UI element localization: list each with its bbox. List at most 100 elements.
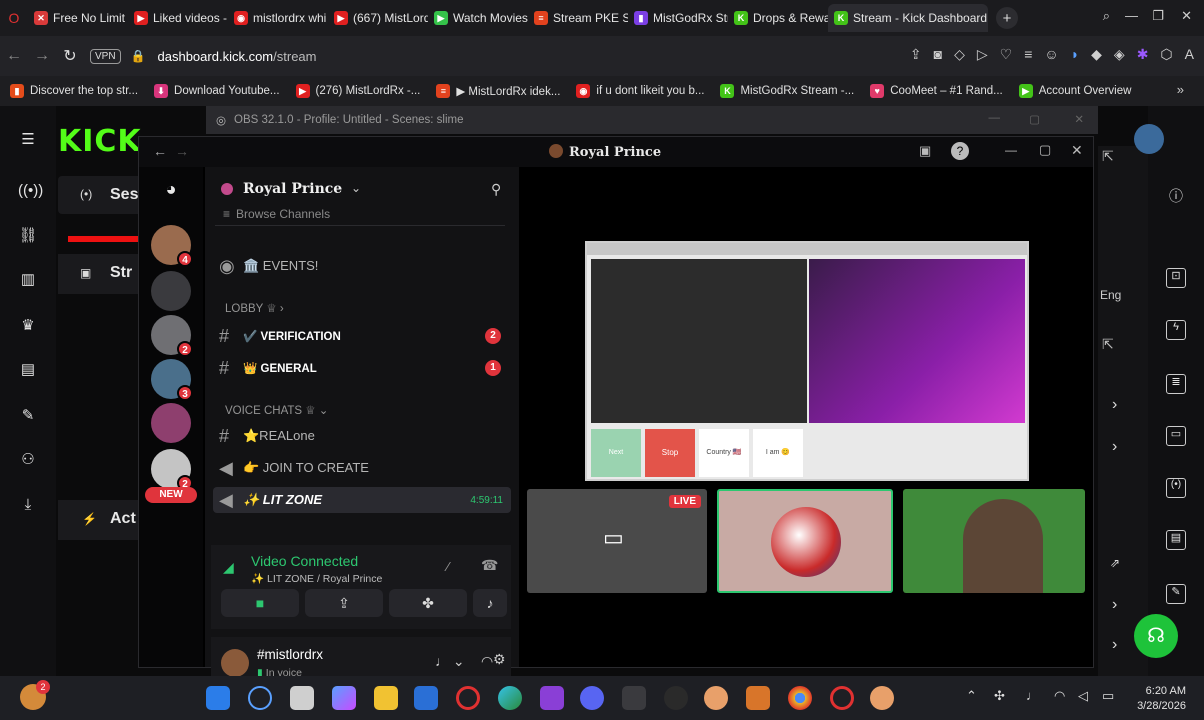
flow-icon[interactable]: ▷: [977, 46, 988, 63]
info-icon[interactable]: ⓘ: [1166, 186, 1186, 206]
obs-minimize-icon[interactable]: —: [989, 112, 1001, 124]
app-icon[interactable]: [704, 686, 728, 710]
chat-icon[interactable]: ▭: [1166, 426, 1186, 446]
server-icon[interactable]: 2: [151, 449, 193, 491]
share-icon[interactable]: ⇪: [910, 46, 922, 63]
chevron-right-icon[interactable]: ›: [1112, 438, 1117, 456]
browse-channels[interactable]: ≡ Browse Channels: [223, 207, 330, 221]
back-icon[interactable]: ←: [0, 47, 28, 65]
task-view-icon[interactable]: [290, 686, 314, 710]
video-icon[interactable]: ▤: [18, 360, 38, 380]
avatar[interactable]: [1134, 124, 1164, 154]
category-voice[interactable]: VOICE CHATS ♕ ⌄: [225, 403, 328, 417]
browser-tab[interactable]: ≡ Stream PKE Sl: [528, 4, 628, 32]
profile-icon[interactable]: ☺: [1044, 46, 1058, 63]
trophy-icon[interactable]: ♛: [18, 316, 38, 336]
volume-icon[interactable]: ◁: [1078, 688, 1088, 704]
server-icon[interactable]: [151, 271, 191, 311]
edge-icon[interactable]: [498, 686, 522, 710]
browser-tab[interactable]: ▶ Watch Movies: [428, 4, 528, 32]
server-icon[interactable]: 2: [151, 315, 193, 357]
users-icon[interactable]: ⚇: [18, 450, 38, 470]
hamburger-icon[interactable]: ☰: [18, 130, 38, 150]
channel-events[interactable]: ◉ 🏛️ EVENTS!: [219, 253, 509, 279]
clock[interactable]: 6:20 AM 3/28/2026: [1137, 684, 1186, 714]
search-taskbar-icon[interactable]: [248, 686, 272, 710]
channel-lit-zone[interactable]: ◀ ✨ LIT ZONE 4:59:11: [213, 487, 511, 513]
file-explorer-icon[interactable]: [374, 686, 398, 710]
discord-maximize-icon[interactable]: ▢: [1039, 142, 1051, 158]
channel-general[interactable]: # 👑 GENERAL 1: [219, 355, 509, 381]
notes-icon[interactable]: ≣: [1166, 374, 1186, 394]
bookmarks-overflow-icon[interactable]: »: [1177, 82, 1184, 97]
popout-icon[interactable]: ⇱: [1102, 148, 1114, 165]
kick-help-icon[interactable]: ☊: [1134, 614, 1178, 658]
extension-icon[interactable]: ✱: [1137, 46, 1149, 63]
focus-icon[interactable]: ⊡: [1166, 268, 1186, 288]
activities-button[interactable]: ✤: [389, 589, 467, 617]
ai-icon[interactable]: A: [1185, 46, 1194, 63]
browser-tab[interactable]: ▶ Liked videos -: [128, 4, 228, 32]
back-arrow-icon[interactable]: ←: [153, 143, 167, 159]
noise-suppression-icon[interactable]: ∕: [447, 559, 449, 574]
chart-small-icon[interactable]: ⇗: [1110, 556, 1120, 570]
kick-logo[interactable]: KICK: [58, 124, 142, 159]
url-field[interactable]: dashboard.kick.com/stream: [158, 49, 317, 64]
chevron-right-icon[interactable]: ›: [1112, 396, 1117, 414]
outlook-icon[interactable]: [414, 686, 438, 710]
category-lobby[interactable]: LOBBY ♕ ›: [225, 301, 284, 315]
wifi-icon[interactable]: ◠: [1054, 688, 1065, 704]
opera-gx-icon[interactable]: [830, 686, 854, 710]
chevron-down-icon[interactable]: ⌄: [351, 181, 361, 195]
camera-icon[interactable]: ◙: [934, 46, 942, 63]
close-icon[interactable]: ✕: [1181, 8, 1192, 24]
start-icon[interactable]: [206, 686, 230, 710]
opera-icon[interactable]: [456, 686, 480, 710]
restore-icon[interactable]: ❐: [1152, 8, 1164, 24]
mic-tray-icon[interactable]: ♩: [1026, 688, 1039, 703]
bookmark-item[interactable]: ♥ CooMeet – #1 Rand...: [870, 84, 1003, 98]
clipchamp-icon[interactable]: [540, 686, 564, 710]
tray-chevron-icon[interactable]: ⌃: [966, 688, 977, 704]
shared-screen[interactable]: Next Stop Country 🇺🇸 I am 😊: [585, 241, 1029, 481]
server-icon[interactable]: [151, 403, 191, 443]
bookmark-item[interactable]: ◉ if u dont likeit you b...: [576, 84, 704, 98]
broadcast-panel-icon[interactable]: (•): [1166, 478, 1186, 498]
user-avatar[interactable]: [221, 649, 249, 677]
invite-icon[interactable]: ⚲: [491, 181, 501, 198]
channel-realone[interactable]: # ⭐REALone: [219, 423, 509, 449]
bookmark-item[interactable]: ⬇ Download Youtube...: [154, 84, 280, 98]
obs-taskbar-icon[interactable]: [664, 686, 688, 710]
channel-join-to-create[interactable]: ◀ 👉 JOIN TO CREATE: [219, 455, 509, 481]
search-icon[interactable]: ⌕: [1103, 8, 1110, 24]
soundboard-button[interactable]: ♪: [473, 589, 507, 617]
microphone-icon[interactable]: ♩ ⌄: [435, 653, 465, 670]
vpn-badge[interactable]: VPN: [90, 48, 121, 64]
new-tab-button[interactable]: +: [996, 7, 1018, 29]
browser-tab[interactable]: ▶ (667) MistLord: [328, 4, 428, 32]
disconnect-icon[interactable]: ☎: [481, 557, 498, 574]
country-button[interactable]: Country 🇺🇸: [699, 429, 749, 477]
reload-icon[interactable]: ↻: [56, 46, 84, 66]
screenshare-button[interactable]: ⇪: [305, 589, 383, 617]
wrench-icon[interactable]: ✎: [18, 406, 38, 426]
forward-arrow-icon[interactable]: →: [175, 143, 189, 159]
bookmark-item[interactable]: ≡ ▶ MistLordRx idek...: [436, 84, 560, 98]
discord-minimize-icon[interactable]: —: [1005, 143, 1017, 157]
chart-icon[interactable]: ▥: [18, 270, 38, 290]
layout-icon[interactable]: ▤: [1166, 530, 1186, 550]
browser-tab[interactable]: K Drops & Rewa: [728, 4, 828, 32]
tools-icon[interactable]: ✎: [1166, 584, 1186, 604]
minimize-icon[interactable]: —: [1125, 8, 1138, 23]
browser-tab[interactable]: ◉ mistlordrx whi: [228, 4, 328, 32]
video-tile[interactable]: LIVE ▭: [527, 489, 707, 593]
copilot-icon[interactable]: [332, 686, 356, 710]
popout-icon-2[interactable]: ⇱: [1102, 336, 1114, 353]
download-icon[interactable]: ⤓: [18, 496, 38, 516]
inbox-icon[interactable]: ▣: [919, 143, 931, 159]
bookmark-item[interactable]: ▮ Discover the top str...: [10, 84, 138, 98]
bookmark-item[interactable]: ▶ Account Overview: [1018, 84, 1131, 98]
username[interactable]: #mistlordrx: [257, 647, 323, 662]
help-icon[interactable]: ?: [951, 142, 969, 160]
server-name[interactable]: Royal Prince: [243, 181, 342, 197]
